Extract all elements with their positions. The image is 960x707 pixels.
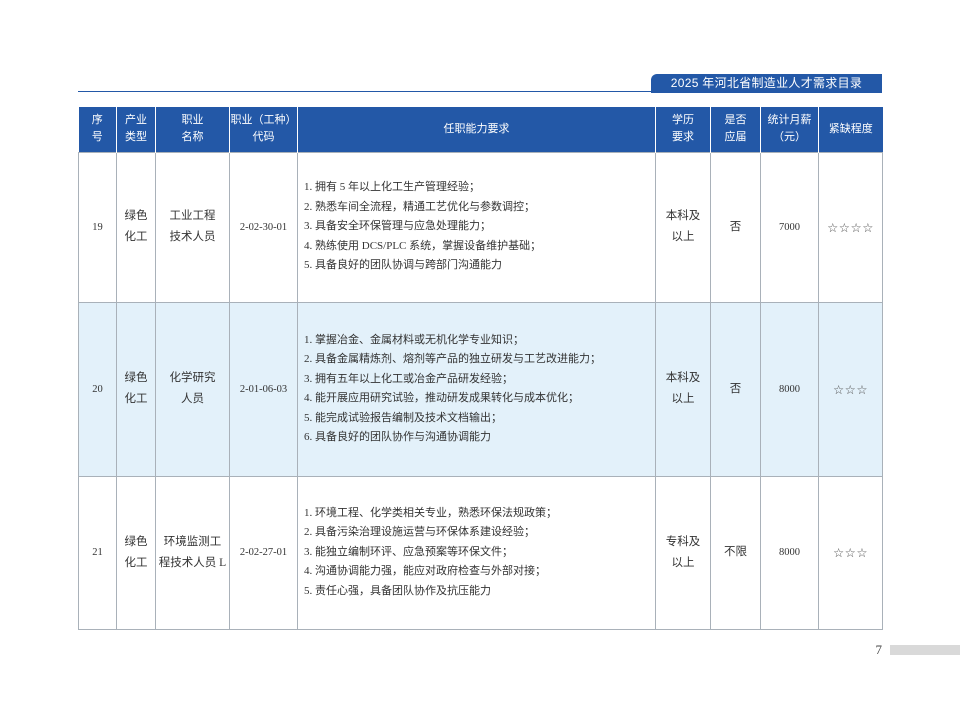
- requirement-item: 3. 拥有五年以上化工或冶金产品研发经验；: [304, 372, 513, 385]
- table-row: 21 绿色 化工 环境监测工 程技术人员 L 2-02-27-01 1. 环境工…: [78, 475, 883, 630]
- table-row: 20 绿色 化工 化学研究 人员 2-01-06-03 1. 掌握冶金、金属材料…: [78, 301, 883, 477]
- education-cell: 专科及 以上: [655, 475, 711, 630]
- requirement-item: 1. 掌握冶金、金属材料或无机化学专业知识；: [304, 333, 524, 346]
- requirement-item: 1. 环境工程、化学类相关专业，熟悉环保法规政策；: [304, 506, 557, 519]
- requirement-item: 2. 具备金属精炼剂、熔剂等产品的独立研发与工艺改进能力；: [304, 353, 601, 365]
- industry-cell: 绿色 化工: [116, 475, 156, 630]
- col-header-code: 职业（工种） 代码: [229, 107, 298, 152]
- requirement-item: 2. 具备污染治理设施运营与环保体系建设经验；: [304, 526, 535, 539]
- occupation-cell: 化学研究 人员: [155, 301, 230, 477]
- seq-cell: 19: [78, 151, 117, 303]
- fresh-grad-cell: 不限: [710, 475, 761, 630]
- col-header-occupation: 职业 名称: [155, 107, 230, 152]
- col-header-requirements: 任职能力要求: [297, 107, 656, 152]
- fresh-grad-cell: 否: [710, 301, 761, 477]
- page-number: 7: [875, 642, 883, 657]
- requirement-item: 1. 拥有 5 年以上化工生产管理经验；: [304, 181, 480, 194]
- requirement-item: 5. 具备良好的团队协调与跨部门沟通能力: [304, 259, 502, 272]
- table-header-row: 序 号 产业 类型 职业 名称 职业（工种） 代码 任职能力要求 学历 要求 是…: [78, 107, 883, 152]
- seq-cell: 21: [78, 475, 117, 630]
- requirement-item: 2. 熟悉车间全流程，精通工艺优化与参数调控；: [304, 200, 535, 213]
- catalog-title: 2025 年河北省制造业人才需求目录: [670, 76, 863, 90]
- shortage-rating: ☆☆☆☆: [818, 151, 883, 303]
- fresh-grad-cell: 否: [710, 151, 761, 303]
- col-header-salary: 统计月薪 （元）: [760, 107, 819, 152]
- requirement-item: 3. 具备安全环保管理与应急处理能力；: [304, 220, 491, 233]
- occupation-cell: 环境监测工 程技术人员 L: [155, 475, 230, 630]
- salary-cell: 7000: [760, 151, 819, 303]
- catalog-title-tag: 2025 年河北省制造业人才需求目录: [651, 74, 882, 93]
- industry-cell: 绿色 化工: [116, 151, 156, 303]
- col-header-shortage: 紧缺程度: [818, 107, 883, 152]
- requirement-item: 4. 熟练使用 DCS/PLC 系统，掌握设备维护基础；: [304, 239, 542, 252]
- code-cell: 2-02-27-01: [229, 475, 298, 630]
- code-cell: 2-01-06-03: [229, 301, 298, 477]
- industry-cell: 绿色 化工: [116, 301, 156, 477]
- col-header-fresh-grad: 是否 应届: [710, 107, 761, 152]
- requirement-item: 4. 沟通协调能力强，能应对政府检查与外部对接；: [304, 565, 546, 578]
- salary-cell: 8000: [760, 475, 819, 630]
- table-row: 19 绿色 化工 工业工程 技术人员 2-02-30-01 1. 拥有 5 年以…: [78, 151, 883, 303]
- page-number-bar: [890, 645, 960, 655]
- col-header-education: 学历 要求: [655, 107, 711, 152]
- requirement-item: 3. 能独立编制环评、应急预案等环保文件；: [304, 545, 513, 558]
- col-header-seq: 序 号: [78, 107, 117, 152]
- requirement-item: 5. 责任心强，具备团队协作及抗压能力: [304, 584, 491, 597]
- salary-cell: 8000: [760, 301, 819, 477]
- occupation-cell: 工业工程 技术人员: [155, 151, 230, 303]
- seq-cell: 20: [78, 301, 117, 477]
- requirements-cell: 1. 环境工程、化学类相关专业，熟悉环保法规政策； 2. 具备污染治理设施运营与…: [297, 475, 656, 630]
- education-cell: 本科及 以上: [655, 301, 711, 477]
- education-cell: 本科及 以上: [655, 151, 711, 303]
- talent-demand-table: 序 号 产业 类型 职业 名称 职业（工种） 代码 任职能力要求 学历 要求 是…: [78, 107, 883, 630]
- shortage-rating: ☆☆☆: [818, 475, 883, 630]
- requirement-item: 5. 能完成试验报告编制及技术文档输出；: [304, 411, 502, 424]
- code-cell: 2-02-30-01: [229, 151, 298, 303]
- requirements-cell: 1. 掌握冶金、金属材料或无机化学专业知识； 2. 具备金属精炼剂、熔剂等产品的…: [297, 301, 656, 477]
- requirement-item: 6. 具备良好的团队协作与沟通协调能力: [304, 431, 491, 443]
- requirement-item: 4. 能开展应用研究试验，推动研发成果转化与成本优化；: [304, 392, 579, 404]
- shortage-rating: ☆☆☆: [818, 301, 883, 477]
- col-header-industry: 产业 类型: [116, 107, 156, 152]
- requirements-cell: 1. 拥有 5 年以上化工生产管理经验； 2. 熟悉车间全流程，精通工艺优化与参…: [297, 151, 656, 303]
